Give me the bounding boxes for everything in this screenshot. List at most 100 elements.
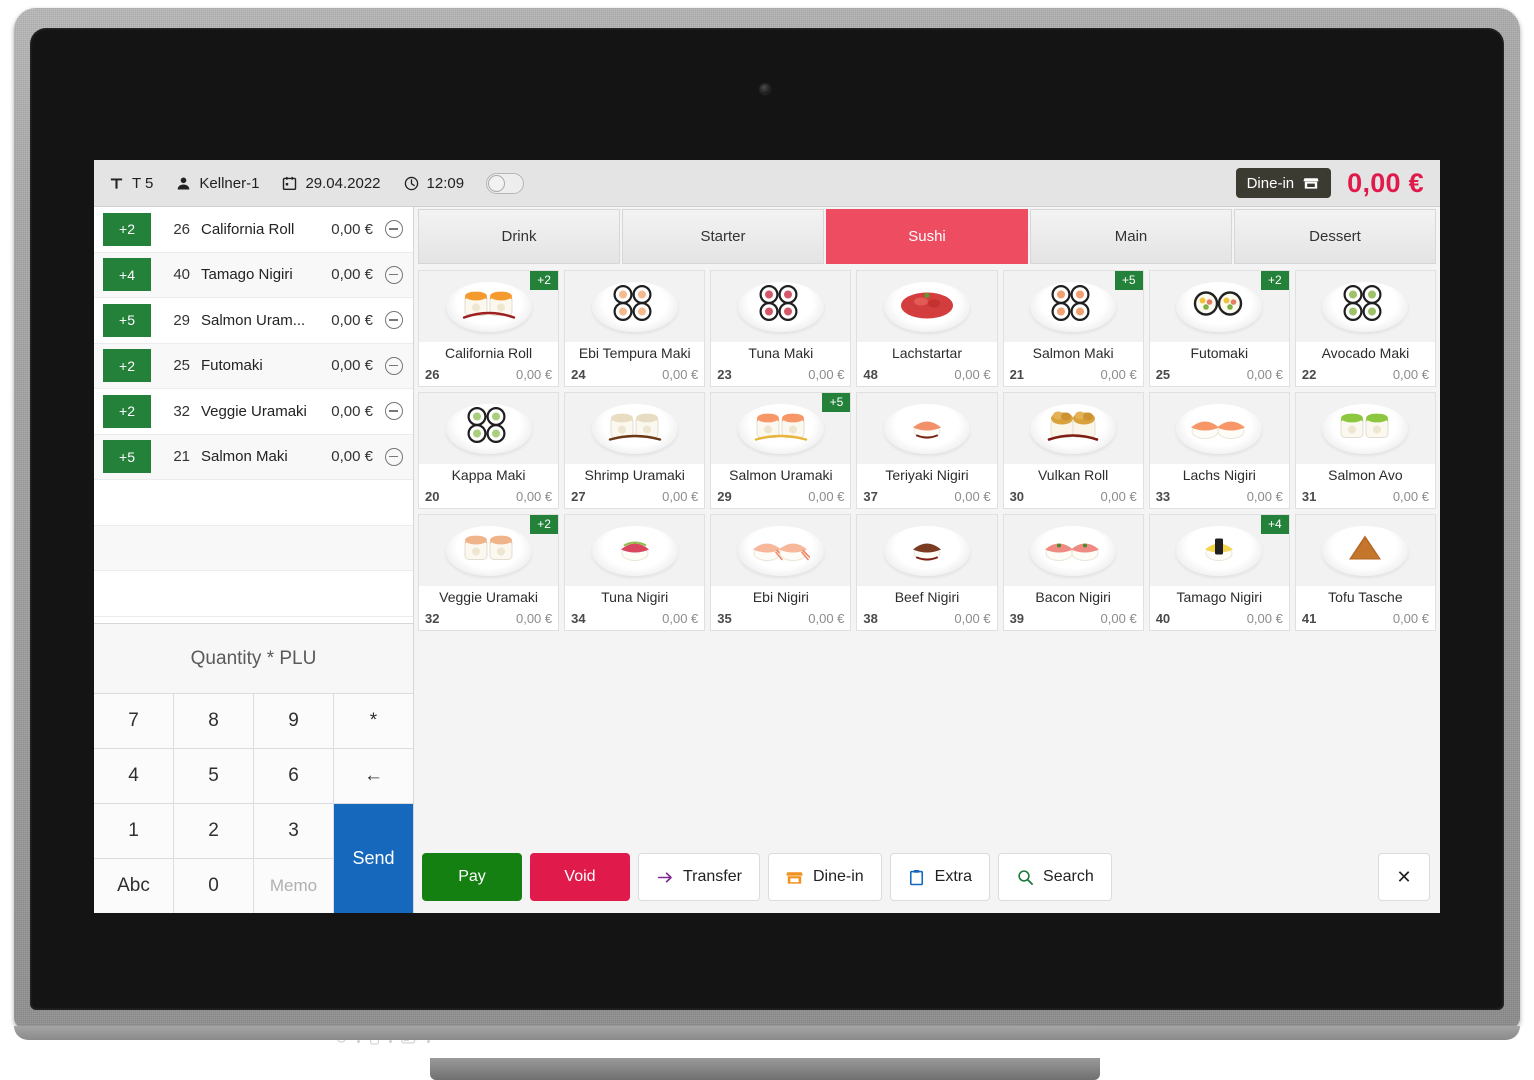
- tab-starter[interactable]: Starter: [622, 209, 824, 264]
- key-digit-1[interactable]: 1: [94, 804, 173, 858]
- minus-circle-icon[interactable]: [385, 265, 403, 284]
- key-digit-8[interactable]: 8: [174, 694, 253, 748]
- key-digit-7[interactable]: 7: [94, 694, 173, 748]
- key-backspace-←[interactable]: ←: [334, 749, 413, 803]
- minus-circle-icon[interactable]: [385, 356, 403, 375]
- product-price: 0,00 €: [515, 366, 553, 382]
- order-item-price: 0,00 €: [331, 402, 373, 420]
- dinein-button[interactable]: Dine-in: [767, 853, 882, 901]
- food-uramaki-pair-sesame-icon: [607, 408, 663, 445]
- minus-circle-icon[interactable]: [385, 220, 403, 239]
- order-row-empty[interactable]: [94, 525, 413, 571]
- product-tile[interactable]: Tuna Nigiri 34 0,00 €: [564, 514, 706, 631]
- product-tile[interactable]: +2 California Roll 26 0,00 €: [418, 270, 560, 387]
- food-uramaki-pair-veggie-icon: [461, 530, 517, 567]
- minus-circle-icon[interactable]: [385, 402, 403, 421]
- product-tile[interactable]: Tofu Tasche 41 0,00 €: [1294, 514, 1436, 631]
- key-digit-9[interactable]: 9: [254, 694, 333, 748]
- table-indicator[interactable]: T 5: [108, 175, 153, 192]
- transfer-label: Transfer: [683, 868, 742, 885]
- product-qty-badge: +4: [1260, 515, 1289, 534]
- key-digit-6[interactable]: 6: [254, 749, 333, 803]
- key-digit-3[interactable]: 3: [254, 804, 333, 858]
- product-meta: 38 0,00 €: [857, 608, 997, 630]
- order-plu: 40: [173, 266, 190, 284]
- service-mode-pill[interactable]: Dine-in: [1235, 168, 1332, 198]
- order-row-empty[interactable]: [94, 480, 413, 526]
- product-tile[interactable]: Bacon Nigiri 39 0,00 €: [1002, 514, 1144, 631]
- product-meta: 26 0,00 €: [419, 364, 559, 386]
- order-row[interactable]: +5 29 Salmon Uram... 0,00 €: [94, 298, 413, 344]
- product-name: Avocado Maki: [1295, 342, 1435, 364]
- order-qty-badge[interactable]: +2: [103, 349, 151, 383]
- order-row[interactable]: +2 32 Veggie Uramaki 0,00 €: [94, 389, 413, 435]
- key-alpha-abc[interactable]: Abc: [94, 859, 173, 913]
- order-qty-badge[interactable]: +5: [103, 440, 151, 474]
- date-indicator[interactable]: 29.04.2022: [281, 175, 381, 192]
- key-memo-memo[interactable]: Memo: [254, 859, 333, 913]
- tab-drink[interactable]: Drink: [418, 209, 620, 264]
- order-qty-badge[interactable]: +4: [103, 258, 151, 292]
- key-digit-0[interactable]: 0: [174, 859, 253, 913]
- time-indicator[interactable]: 12:09: [403, 175, 464, 192]
- order-row[interactable]: +2 26 California Roll 0,00 €: [94, 207, 413, 253]
- order-row[interactable]: +2 25 Futomaki 0,00 €: [94, 343, 413, 389]
- product-image: +4: [1149, 515, 1289, 586]
- product-name: Tuna Nigiri: [565, 586, 705, 608]
- product-tile[interactable]: Beef Nigiri 38 0,00 €: [856, 514, 998, 631]
- product-tile[interactable]: +2 Veggie Uramaki 32 0,00 €: [418, 514, 560, 631]
- product-tile[interactable]: Tuna Maki 23 0,00 €: [710, 270, 852, 387]
- product-tile[interactable]: +5 Salmon Uramaki 29 0,00 €: [710, 392, 852, 509]
- transfer-button[interactable]: Transfer: [638, 853, 760, 901]
- order-qty-badge[interactable]: +2: [103, 394, 151, 428]
- header-toggle-switch[interactable]: [486, 172, 525, 194]
- product-price: 0,00 €: [1100, 366, 1137, 382]
- product-tile[interactable]: Ebi Nigiri 35 0,00 €: [710, 514, 852, 631]
- product-tile[interactable]: Lachs Nigiri 33 0,00 €: [1148, 392, 1290, 509]
- product-image: [1149, 393, 1289, 464]
- pay-button[interactable]: Pay: [422, 853, 522, 901]
- send-button[interactable]: Send: [334, 804, 413, 913]
- key-digit-5[interactable]: 5: [174, 749, 253, 803]
- dinein-label: Dine-in: [812, 868, 864, 885]
- product-grid: +2 California Roll 26 0,00 € Ebi Tempura Mak…: [414, 264, 1440, 841]
- minus-circle-icon[interactable]: [385, 447, 403, 466]
- product-plu: 34: [571, 610, 586, 626]
- product-tile[interactable]: Kappa Maki 20 0,00 €: [418, 392, 560, 509]
- product-tile[interactable]: +2 Futomaki 25 0,00 €: [1148, 270, 1290, 387]
- product-tile[interactable]: Lachstartar 48 0,00 €: [856, 270, 998, 387]
- order-qty-badge[interactable]: +5: [103, 303, 151, 337]
- product-tile[interactable]: Teriyaki Nigiri 37 0,00 €: [856, 392, 998, 509]
- product-tile[interactable]: Salmon Avo 31 0,00 €: [1294, 392, 1436, 509]
- product-plu: 40: [1155, 610, 1171, 626]
- search-button[interactable]: Search: [998, 853, 1112, 901]
- tab-main[interactable]: Main: [1030, 209, 1232, 264]
- product-meta: 32 0,00 €: [419, 608, 559, 630]
- key-digit-4[interactable]: 4: [94, 749, 173, 803]
- product-tile[interactable]: +4 Tamago Nigiri 40 0,00 €: [1148, 514, 1290, 631]
- order-row[interactable]: +5 21 Salmon Maki 0,00 €: [94, 434, 413, 480]
- product-tile[interactable]: +5 Salmon Maki 21 0,00 €: [1002, 270, 1144, 387]
- product-tile[interactable]: Shrimp Uramaki 27 0,00 €: [564, 392, 706, 509]
- plate-shape: [737, 403, 824, 454]
- product-name: Salmon Maki: [1003, 342, 1143, 364]
- product-tile[interactable]: Avocado Maki 22 0,00 €: [1294, 270, 1436, 387]
- extra-button[interactable]: Extra: [889, 853, 991, 901]
- order-row-empty[interactable]: [94, 571, 413, 617]
- order-qty-badge[interactable]: +2: [103, 212, 151, 246]
- product-tile[interactable]: Vulkan Roll 30 0,00 €: [1002, 392, 1144, 509]
- minus-circle-icon[interactable]: [385, 311, 403, 330]
- waiter-indicator[interactable]: Kellner-1: [175, 175, 259, 192]
- food-tartar-bowl-icon: [897, 286, 957, 323]
- pos-application: T 5 Kellner-1 29.04.2022 12:09 Dine-in 0…: [94, 160, 1440, 913]
- tab-dessert[interactable]: Dessert: [1234, 209, 1436, 264]
- tab-sushi[interactable]: Sushi: [826, 209, 1028, 264]
- product-plu: 20: [425, 488, 440, 504]
- key-digit-2[interactable]: 2: [174, 804, 253, 858]
- close-button[interactable]: ✕: [1378, 853, 1430, 901]
- product-tile[interactable]: Ebi Tempura Maki 24 0,00 €: [564, 270, 706, 387]
- order-row[interactable]: +4 40 Tamago Nigiri 0,00 €: [94, 252, 413, 298]
- key-op-*[interactable]: *: [334, 694, 413, 748]
- product-meta: 34 0,00 €: [565, 608, 705, 630]
- void-button[interactable]: Void: [530, 853, 630, 901]
